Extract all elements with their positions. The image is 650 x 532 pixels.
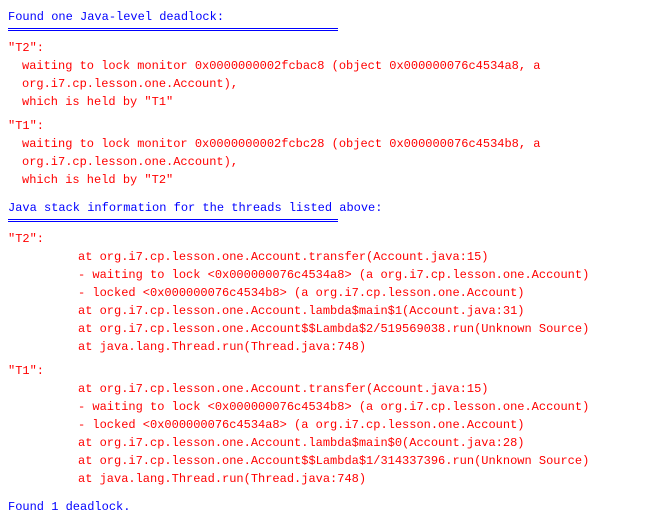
stack-line: at org.i7.cp.lesson.one.Account.lambda$m…: [8, 302, 650, 320]
thread-t1-label: "T1":: [8, 117, 650, 135]
stack-line: - locked <0x000000076c4534b8> (a org.i7.…: [8, 284, 650, 302]
stack-line: at org.i7.cp.lesson.one.Account$$Lambda$…: [8, 320, 650, 338]
thread-t2-heldby: which is held by "T1": [8, 93, 650, 111]
stack-line: at org.i7.cp.lesson.one.Account.transfer…: [8, 380, 650, 398]
stack-section: Java stack information for the threads l…: [8, 199, 650, 488]
thread-t1-heldby: which is held by "T2": [8, 171, 650, 189]
stack-line: at org.i7.cp.lesson.one.Account.transfer…: [8, 248, 650, 266]
stack-line: at org.i7.cp.lesson.one.Account.lambda$m…: [8, 434, 650, 452]
divider: [8, 219, 338, 222]
stack-header: Java stack information for the threads l…: [8, 199, 650, 217]
stack-line: - waiting to lock <0x000000076c4534b8> (…: [8, 398, 650, 416]
thread-t1-waiting: waiting to lock monitor 0x0000000002fcbc…: [8, 135, 650, 171]
deadlock-title: Found one Java-level deadlock:: [8, 8, 650, 26]
stack-t1-label: "T1":: [8, 362, 650, 380]
thread-t2-waiting: waiting to lock monitor 0x0000000002fcba…: [8, 57, 650, 93]
stack-line: - waiting to lock <0x000000076c4534a8> (…: [8, 266, 650, 284]
deadlock-footer: Found 1 deadlock.: [8, 498, 650, 516]
thread-t2-label: "T2":: [8, 39, 650, 57]
deadlock-header-section: Found one Java-level deadlock: "T2": wai…: [8, 8, 650, 189]
stack-line: at java.lang.Thread.run(Thread.java:748): [8, 470, 650, 488]
stack-t2-label: "T2":: [8, 230, 650, 248]
stack-line: at org.i7.cp.lesson.one.Account$$Lambda$…: [8, 452, 650, 470]
stack-line: - locked <0x000000076c4534a8> (a org.i7.…: [8, 416, 650, 434]
stack-line: at java.lang.Thread.run(Thread.java:748): [8, 338, 650, 356]
divider: [8, 28, 338, 31]
